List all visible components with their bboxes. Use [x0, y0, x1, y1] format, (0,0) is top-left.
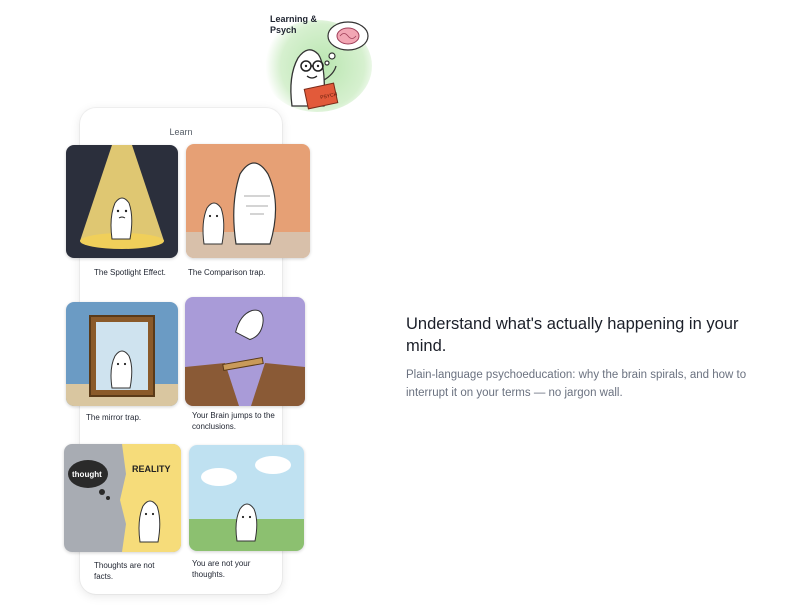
spotlight-effect-tile[interactable]	[66, 145, 178, 258]
feature-headline: Understand what's actually happening in …	[406, 315, 739, 355]
tile-caption: You are not your thoughts.	[192, 559, 251, 579]
tile-caption: Your Brain jumps to the conclusions.	[192, 411, 275, 431]
jumps-to-conclusions-tile[interactable]	[185, 297, 305, 406]
tile-caption: The Spotlight Effect.	[94, 268, 166, 277]
jumping-illustration-icon	[185, 297, 305, 406]
badge-label: Learning & Psych	[270, 14, 318, 35]
thought-bubble-text: thought	[72, 470, 102, 479]
tile-caption: The mirror trap.	[86, 413, 142, 422]
reality-label: REALITY	[132, 464, 171, 474]
comparison-illustration-icon	[186, 144, 310, 258]
comparison-trap-tile[interactable]	[186, 144, 310, 258]
thoughts-not-facts-tile[interactable]: thought REALITY	[64, 444, 181, 552]
meadow-illustration-icon	[189, 445, 304, 551]
feature-description: Plain-language psychoeducation: why the …	[406, 369, 747, 399]
spotlight-illustration-icon	[66, 145, 178, 258]
not-your-thoughts-tile[interactable]	[189, 445, 304, 551]
card-title: Learn	[169, 127, 193, 137]
learning-psych-badge: PSYCH Learning & Psych	[262, 8, 374, 112]
tile-caption: Thoughts are not facts.	[94, 561, 155, 581]
thought-reality-illustration-icon: thought REALITY	[64, 444, 181, 552]
mirror-illustration-icon	[66, 302, 178, 406]
tile-caption: The Comparison trap.	[188, 268, 266, 277]
mirror-trap-tile[interactable]	[66, 302, 178, 406]
